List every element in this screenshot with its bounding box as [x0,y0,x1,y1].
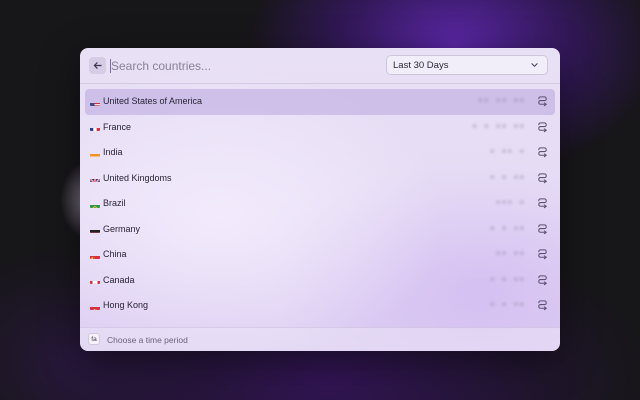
country-name: United States of America [103,96,203,106]
chevron-down-icon [531,63,538,67]
arrow-left-icon [93,62,102,69]
country-value-blurred: ▪▪▪ ▪ [495,198,525,208]
country-row[interactable]: United States of America ▪▪ ▪▪ ▪▪ [85,89,555,115]
time-period-select-value: Last 30 Days [393,60,449,71]
country-picker-panel: Last 30 Days United States of America ▪▪ … [80,48,560,351]
us-flag-icon [90,98,100,106]
country-value-blurred: ▪ ▪▪ ▪ [489,147,525,157]
country-list: United States of America ▪▪ ▪▪ ▪▪ France ▪ … [85,89,555,319]
gb-flag-icon [90,174,100,182]
country-name: Germany [103,223,141,234]
country-name: Brazil [103,198,126,208]
country-row[interactable]: United Kingdoms ▪ ▪ ▪▪ [85,166,555,192]
country-value-blurred: ▪ ▪ ▪▪ [489,172,525,183]
country-row[interactable]: Germany ▪ ▪ ▪▪ [85,217,555,243]
footer-hint: Choose a time period [107,334,188,345]
route-icon[interactable] [536,299,549,312]
country-value-blurred: ▪ ▪ ▪▪ ▪▪ [471,121,525,132]
country-row[interactable]: India ▪ ▪▪ ▪ [85,140,555,166]
route-icon[interactable] [536,121,549,134]
route-icon[interactable] [536,197,549,210]
cn-flag-icon [90,251,100,259]
country-name: Hong Kong [103,300,149,310]
footer-bar: fa Choose a time period [80,327,560,351]
country-name: France [103,121,132,132]
route-icon[interactable] [536,146,549,159]
country-value-blurred: ▪ ▪ ▪▪ [489,274,525,285]
route-icon[interactable] [536,172,549,185]
ca-flag-icon [90,276,100,284]
search-header: Last 30 Days [80,48,560,84]
in-flag-icon [90,149,100,157]
country-value-blurred: ▪ ▪ ▪▪ [489,300,525,310]
country-value-blurred: ▪▪ ▪▪ ▪▪ [477,96,525,106]
br-flag-icon [90,200,100,208]
route-icon[interactable] [536,248,549,261]
country-value-blurred: ▪▪ ▪▪ [495,249,525,259]
country-row[interactable]: France ▪ ▪ ▪▪ ▪▪ [85,115,555,141]
route-icon[interactable] [536,223,549,236]
country-name: India [103,147,123,157]
country-row[interactable]: Canada ▪ ▪ ▪▪ [85,268,555,294]
search-input[interactable] [110,56,361,76]
route-icon[interactable] [536,274,549,287]
country-name: Canada [103,274,135,285]
country-row[interactable]: China ▪▪ ▪▪ [85,242,555,268]
time-period-select[interactable]: Last 30 Days [386,55,548,75]
route-icon[interactable] [536,95,549,108]
fr-flag-icon [90,123,100,131]
country-name: China [103,249,127,259]
hk-flag-icon [90,302,100,310]
app-logo: fa [88,333,100,345]
country-row[interactable]: Hong Kong ▪ ▪ ▪▪ [85,293,555,319]
country-row[interactable]: Brazil ▪▪▪ ▪ [85,191,555,217]
country-name: United Kingdoms [103,172,172,183]
country-value-blurred: ▪ ▪ ▪▪ [489,223,525,234]
de-flag-icon [90,225,100,233]
back-button[interactable] [89,57,106,74]
